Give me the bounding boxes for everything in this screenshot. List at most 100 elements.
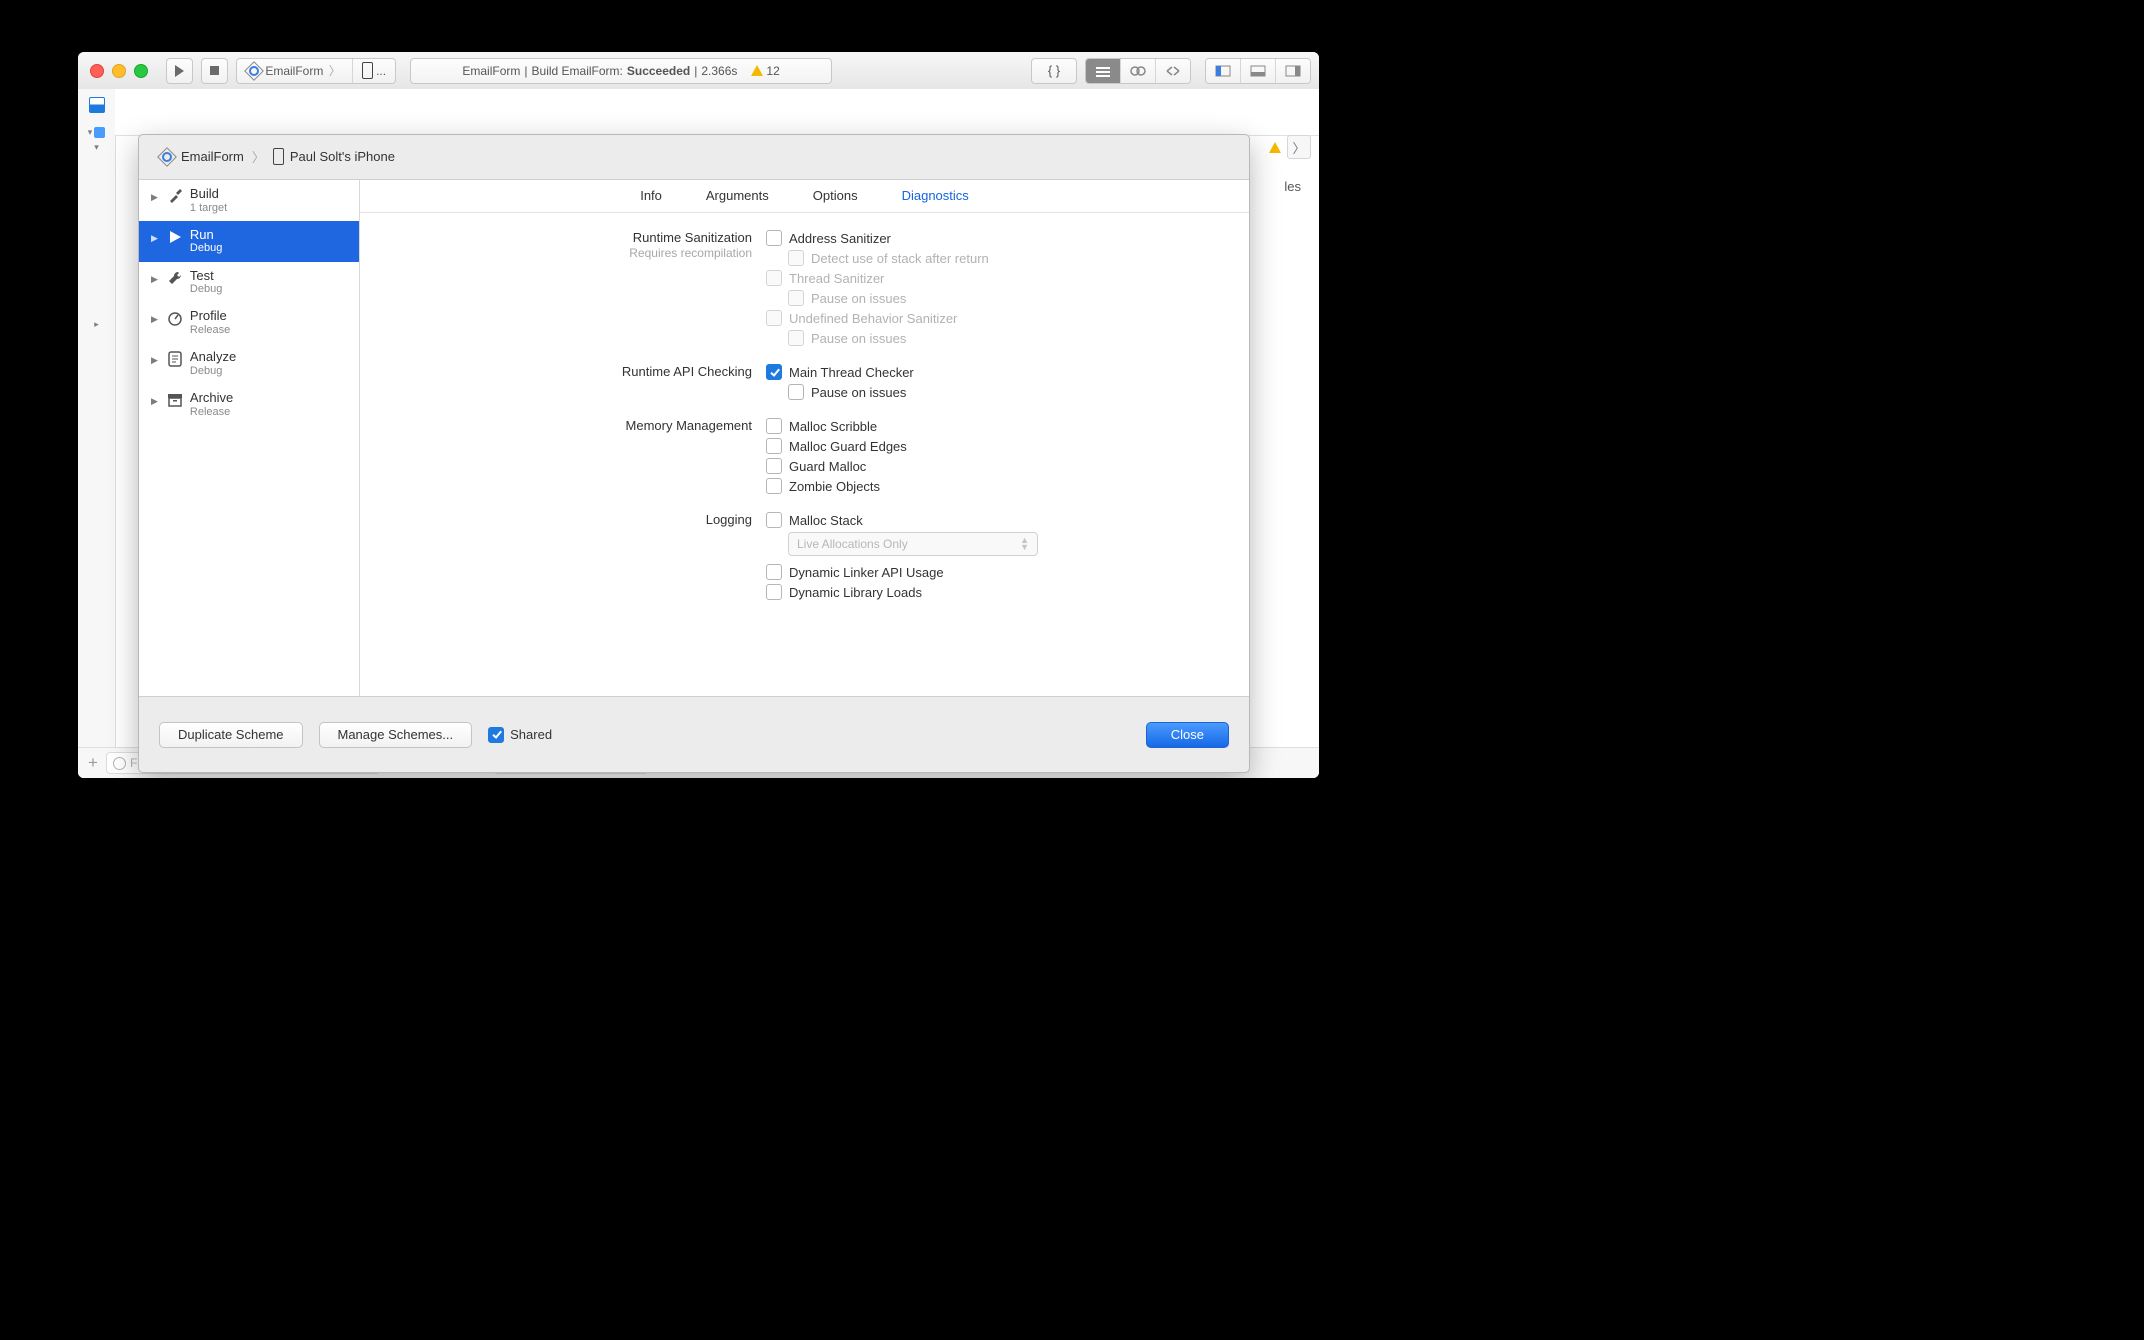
toggle-navigator-button[interactable] [1206,59,1240,83]
scheme-picker[interactable]: EmailForm 〉 ... [236,58,396,84]
popup-value: Live Allocations Only [797,537,908,551]
action-title: Archive [190,390,233,406]
scheme-action-analyze[interactable]: ▶ AnalyzeDebug [139,343,359,384]
checkbox-label: Pause on issues [811,291,906,306]
warnings-badge[interactable]: 12 [751,64,779,78]
scheme-action-archive[interactable]: ▶ ArchiveRelease [139,384,359,425]
checkbox-label: Malloc Scribble [789,419,877,434]
disclosure-icon: ▶ [151,355,158,366]
section-label: Memory Management [626,418,752,433]
thread-pause-checkbox: Pause on issues [766,288,1249,308]
checkbox-label: Pause on issues [811,331,906,346]
scheme-action-run[interactable]: ▶ RunDebug [139,221,359,262]
scheme-name: EmailForm [265,64,323,78]
tab-arguments[interactable]: Arguments [706,188,769,203]
action-sub: Release [190,324,230,337]
section-sublabel: Requires recompilation [629,246,752,260]
section-label: Logging [706,512,752,527]
next-issue-button[interactable]: 〉 [1287,135,1311,159]
run-button[interactable] [166,58,193,84]
checkbox-label: Undefined Behavior Sanitizer [789,311,957,326]
dynamic-linker-checkbox[interactable]: Dynamic Linker API Usage [766,562,1249,582]
zombie-objects-checkbox[interactable]: Zombie Objects [766,476,1249,496]
sheet-bottom-bar: Duplicate Scheme Manage Schemes... Share… [139,697,1249,772]
disclosure-icon[interactable]: ▾ [78,142,115,153]
toggle-inspector-button[interactable] [1275,59,1310,83]
tab-diagnostics[interactable]: Diagnostics [902,188,969,203]
scheme-main-pane: Info Arguments Options Diagnostics Runti… [360,180,1249,696]
checkbox-label: Shared [510,727,552,742]
assistant-editor-button[interactable] [1120,59,1155,83]
action-title: Analyze [190,349,236,365]
address-sanitizer-checkbox[interactable]: Address Sanitizer [766,228,1249,248]
checkbox-label: Malloc Stack [789,513,863,528]
status-action: Build EmailForm: [532,64,623,78]
action-sub: Debug [190,242,222,255]
action-title: Profile [190,308,230,324]
malloc-guard-edges-checkbox[interactable]: Malloc Guard Edges [766,436,1249,456]
right-toolbar: 〉 [1269,135,1311,159]
toggle-debug-button[interactable] [1240,59,1275,83]
destination-label: ... [376,64,386,78]
checkbox-label: Thread Sanitizer [789,271,884,286]
shared-checkbox[interactable]: Shared [488,727,552,743]
checkbox-label: Malloc Guard Edges [789,439,907,454]
duplicate-scheme-button[interactable]: Duplicate Scheme [159,722,303,748]
main-thread-checker-checkbox[interactable]: Main Thread Checker [766,362,1249,382]
minimize-window-button[interactable] [112,64,126,78]
analyze-icon [166,350,184,368]
chevron-right-icon: 〉 [329,62,341,79]
stop-button[interactable] [201,58,228,84]
malloc-stack-popup: Live Allocations Only▲▼ [788,532,1038,556]
play-icon [175,65,184,77]
close-window-button[interactable] [90,64,104,78]
disclosure-icon[interactable]: ▸ [78,319,115,330]
scheme-panel: ▶ Build1 target ▶ RunDebug ▶ TestDebug [139,179,1249,697]
checkbox-label: Dynamic Library Loads [789,585,922,600]
app-icon [159,149,175,165]
checkbox-label: Zombie Objects [789,479,880,494]
malloc-scribble-checkbox[interactable]: Malloc Scribble [766,416,1249,436]
disclosure-icon[interactable]: ▾ [78,127,115,138]
ub-sanitizer-checkbox: Undefined Behavior Sanitizer [766,308,1249,328]
archive-icon [166,391,184,409]
editor-options-button[interactable]: { } [1031,58,1077,84]
standard-editor-button[interactable] [1086,59,1120,83]
dynamic-library-loads-checkbox[interactable]: Dynamic Library Loads [766,582,1249,602]
tab-options[interactable]: Options [813,188,858,203]
status-result: Succeeded [627,64,690,78]
inspector-peek: les [1284,179,1301,194]
api-pause-checkbox[interactable]: Pause on issues [766,382,1249,402]
version-editor-button[interactable] [1155,59,1190,83]
editor-mode-group [1085,58,1191,84]
filter-icon [113,757,126,770]
action-sub: Release [190,406,233,419]
activity-status: EmailForm| Build EmailForm: Succeeded| 2… [410,58,832,84]
action-title: Test [190,268,222,284]
scheme-tabs: Info Arguments Options Diagnostics [360,188,1249,203]
close-button[interactable]: Close [1146,722,1229,748]
action-title: Run [190,227,222,243]
tabs-divider [360,212,1249,213]
scheme-action-build[interactable]: ▶ Build1 target [139,180,359,221]
tab-info[interactable]: Info [640,188,662,203]
guard-malloc-checkbox[interactable]: Guard Malloc [766,456,1249,476]
status-time: 2.366s [701,64,737,78]
add-button[interactable]: + [88,753,98,773]
scheme-action-test[interactable]: ▶ TestDebug [139,262,359,303]
ub-pause-checkbox: Pause on issues [766,328,1249,348]
disclosure-icon: ▶ [151,274,158,285]
zoom-window-button[interactable] [134,64,148,78]
scheme-breadcrumb[interactable]: EmailForm 〉 Paul Solt's iPhone [159,147,395,166]
device-icon [362,62,373,79]
action-sub: Debug [190,365,236,378]
play-icon [166,228,184,246]
titlebar: EmailForm 〉 ... EmailForm| Build EmailFo… [78,52,1319,90]
manage-schemes-button[interactable]: Manage Schemes... [319,722,473,748]
scheme-action-profile[interactable]: ▶ ProfileRelease [139,302,359,343]
checkbox-label: Detect use of stack after return [811,251,989,266]
traffic-lights [90,64,148,78]
project-navigator-icon[interactable] [89,97,105,113]
malloc-stack-checkbox[interactable]: Malloc Stack [766,510,1249,530]
warning-icon [751,65,763,76]
